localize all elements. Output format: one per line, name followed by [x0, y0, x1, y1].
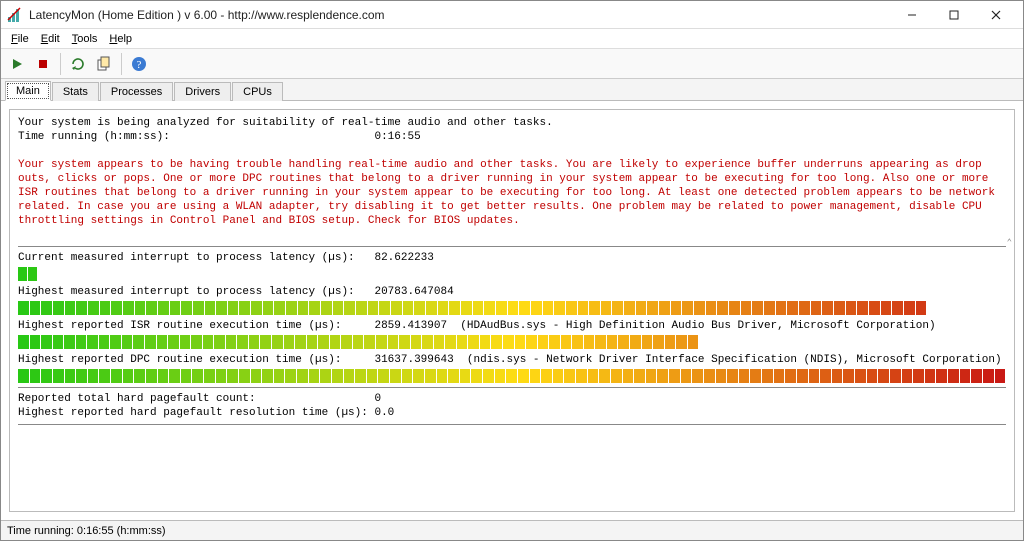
status-text: Time running: 0:16:55 (h:mm:ss) — [7, 525, 166, 537]
pagefault-time-value: 0.0 — [374, 407, 394, 419]
pagefault-time-row: Highest reported hard pagefault resoluti… — [18, 406, 1006, 420]
time-running-label: Time running (h:mm:ss): — [18, 131, 170, 143]
current-int-value: 82.622233 — [374, 252, 433, 264]
play-button[interactable] — [5, 52, 29, 76]
separator — [18, 424, 1006, 425]
current-int-row: Current measured interrupt to process la… — [18, 251, 1006, 265]
time-running-value: 0:16:55 — [374, 131, 420, 143]
menu-tools[interactable]: Tools — [66, 31, 104, 47]
pagefault-count-row: Reported total hard pagefault count: 0 — [18, 392, 1006, 406]
window-title: LatencyMon (Home Edition ) v 6.00 - http… — [29, 8, 891, 22]
isr-row: Highest reported ISR routine execution t… — [18, 319, 1006, 333]
window-controls — [891, 2, 1017, 28]
scroll-up-icon[interactable]: ⌃ — [1007, 236, 1012, 250]
time-running-row: Time running (h:mm:ss): 0:16:55 — [18, 130, 1006, 144]
tab-stats[interactable]: Stats — [52, 82, 99, 101]
maximize-button[interactable] — [933, 2, 975, 28]
svg-text:?: ? — [137, 59, 142, 71]
statusbar: Time running: 0:16:55 (h:mm:ss) — [1, 520, 1023, 540]
toolbar-separator — [60, 53, 61, 75]
toolbar: ? — [1, 49, 1023, 79]
menu-edit[interactable]: Edit — [35, 31, 66, 47]
dpc-row: Highest reported DPC routine execution t… — [18, 353, 1006, 367]
close-button[interactable] — [975, 2, 1017, 28]
isr-bar — [18, 335, 1006, 349]
menu-help[interactable]: Help — [103, 31, 138, 47]
separator — [18, 246, 1006, 247]
warning-text: Your system appears to be having trouble… — [18, 158, 1006, 228]
analyzing-line: Your system is being analyzed for suitab… — [18, 116, 1006, 130]
help-button[interactable]: ? — [127, 52, 151, 76]
isr-label: Highest reported ISR routine execution t… — [18, 320, 341, 332]
highest-int-row: Highest measured interrupt to process la… — [18, 285, 1006, 299]
tab-main[interactable]: Main — [5, 81, 51, 101]
tab-cpus[interactable]: CPUs — [232, 82, 283, 101]
tab-processes[interactable]: Processes — [100, 82, 173, 101]
dpc-detail: (ndis.sys - Network Driver Interface Spe… — [467, 354, 1002, 366]
pagefault-time-label: Highest reported hard pagefault resoluti… — [18, 407, 368, 419]
toolbar-separator — [121, 53, 122, 75]
titlebar: LatencyMon (Home Edition ) v 6.00 - http… — [1, 1, 1023, 29]
highest-int-bar — [18, 301, 1006, 315]
refresh-button[interactable] — [66, 52, 90, 76]
app-icon — [7, 7, 23, 23]
highest-int-value: 20783.647084 — [374, 286, 453, 298]
highest-int-label: Highest measured interrupt to process la… — [18, 286, 355, 298]
pagefault-count-value: 0 — [374, 393, 381, 405]
isr-value: 2859.413907 — [374, 320, 447, 332]
tab-drivers[interactable]: Drivers — [174, 82, 231, 101]
separator — [18, 387, 1006, 388]
isr-detail: (HDAudBus.sys - High Definition Audio Bu… — [460, 320, 935, 332]
dpc-bar — [18, 369, 1006, 383]
current-int-label: Current measured interrupt to process la… — [18, 252, 355, 264]
current-int-bar — [18, 267, 1006, 281]
stop-button[interactable] — [31, 52, 55, 76]
pagefault-count-label: Reported total hard pagefault count: — [18, 393, 256, 405]
minimize-button[interactable] — [891, 2, 933, 28]
dpc-label: Highest reported DPC routine execution t… — [18, 354, 341, 366]
dpc-value: 31637.399643 — [374, 354, 453, 366]
tab-bar: Main Stats Processes Drivers CPUs — [1, 79, 1023, 101]
main-pane: Your system is being analyzed for suitab… — [1, 101, 1023, 520]
menubar: File Edit Tools Help — [1, 29, 1023, 49]
copy-button[interactable] — [92, 52, 116, 76]
report-area[interactable]: Your system is being analyzed for suitab… — [9, 109, 1015, 512]
menu-file[interactable]: File — [5, 31, 35, 47]
